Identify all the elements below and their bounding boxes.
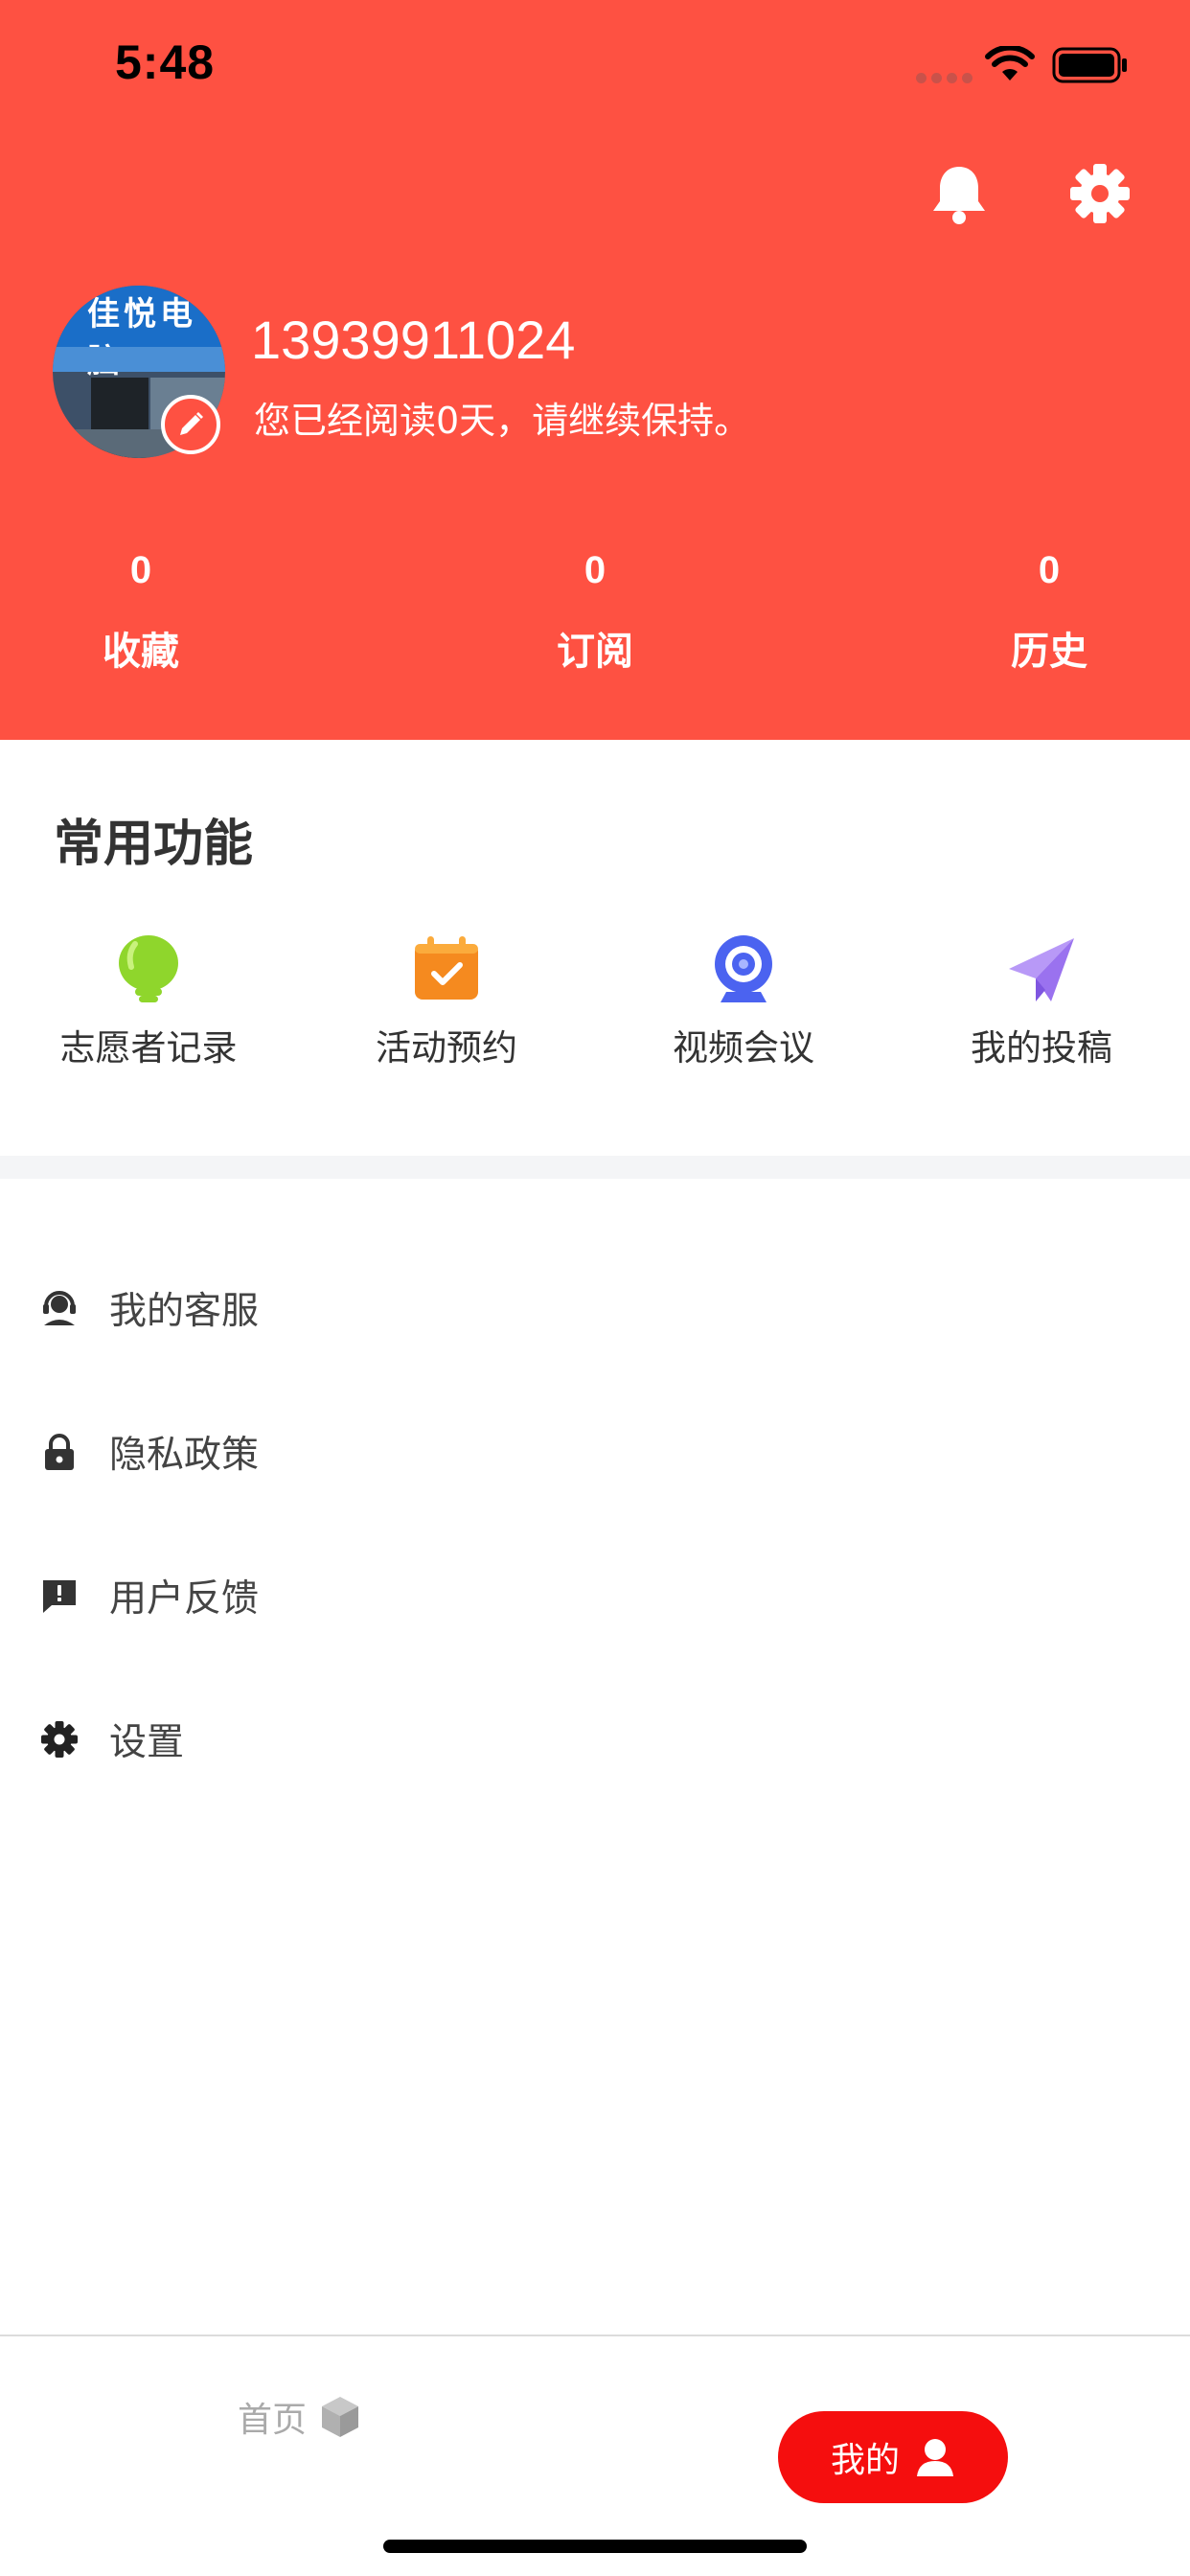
tab-home[interactable]: 首页 — [238, 2392, 360, 2442]
tab-home-label: 首页 — [238, 2401, 308, 2440]
feedback-icon — [43, 1580, 76, 1613]
menu-item-label: 隐私政策 — [109, 1434, 260, 1477]
gear-icon — [41, 1721, 78, 1758]
notification-bell-icon[interactable] — [929, 163, 989, 226]
function-volunteer-records[interactable]: 志愿者记录 — [34, 934, 263, 1070]
menu-item-user-feedback[interactable]: 用户反馈 — [0, 1524, 1190, 1668]
signal-icon — [916, 73, 973, 83]
stat-label: 收藏 — [103, 630, 179, 674]
menu-item-label: 我的客服 — [109, 1290, 260, 1333]
user-phone: 13939911024 — [251, 310, 576, 370]
function-label: 我的投稿 — [971, 1027, 1112, 1069]
profile-header: 5:48 佳悦电脑 — [0, 0, 1190, 740]
tab-mine-label: 我的 — [830, 2441, 900, 2480]
reading-status: 您已经阅读0天，请继续保持。 — [254, 400, 751, 442]
lock-icon — [45, 1434, 74, 1470]
webcam-icon — [715, 935, 772, 1002]
calendar-check-icon — [415, 936, 478, 1000]
cube-icon — [322, 2397, 359, 2437]
function-label: 视频会议 — [673, 1027, 814, 1069]
menu-item-privacy-policy[interactable]: 隐私政策 — [0, 1380, 1190, 1524]
home-indicator — [383, 2540, 807, 2553]
menu-item-settings[interactable]: 设置 — [0, 1668, 1190, 1811]
stat-label: 历史 — [1011, 630, 1087, 674]
pencil-icon — [180, 412, 203, 435]
settings-gear-icon[interactable] — [1069, 163, 1131, 224]
function-label: 志愿者记录 — [59, 1027, 238, 1069]
customer-service-icon — [43, 1291, 76, 1325]
menu-item-label: 设置 — [109, 1721, 185, 1764]
menu-item-customer-service[interactable]: 我的客服 — [0, 1236, 1190, 1380]
bottom-tab-bar: 首页 我的 — [0, 2334, 1190, 2576]
function-my-submissions[interactable]: 我的投稿 — [927, 934, 1156, 1070]
status-time: 5:48 — [115, 35, 216, 89]
stat-value: 0 — [584, 549, 606, 591]
function-video-meeting[interactable]: 视频会议 — [629, 934, 858, 1070]
function-label: 活动预约 — [376, 1027, 517, 1069]
paper-plane-icon — [1009, 938, 1074, 1001]
stat-history[interactable]: 0 历史 — [953, 541, 1145, 676]
tab-mine[interactable]: 我的 — [778, 2411, 1008, 2503]
stat-label: 订阅 — [557, 630, 633, 674]
section-divider — [0, 1156, 1190, 1179]
function-activity-booking[interactable]: 活动预约 — [332, 934, 561, 1070]
lightbulb-icon — [119, 935, 178, 1002]
stat-value: 0 — [129, 549, 152, 591]
section-title-common-functions: 常用功能 — [54, 816, 254, 873]
wifi-icon — [985, 46, 1035, 80]
stat-favorites[interactable]: 0 收藏 — [45, 541, 237, 676]
menu-item-label: 用户反馈 — [109, 1577, 260, 1621]
stat-subscriptions[interactable]: 0 订阅 — [499, 541, 691, 676]
edit-avatar-button[interactable] — [161, 395, 220, 454]
stat-value: 0 — [1038, 549, 1061, 591]
user-icon — [917, 2439, 953, 2476]
battery-icon — [1052, 47, 1127, 83]
